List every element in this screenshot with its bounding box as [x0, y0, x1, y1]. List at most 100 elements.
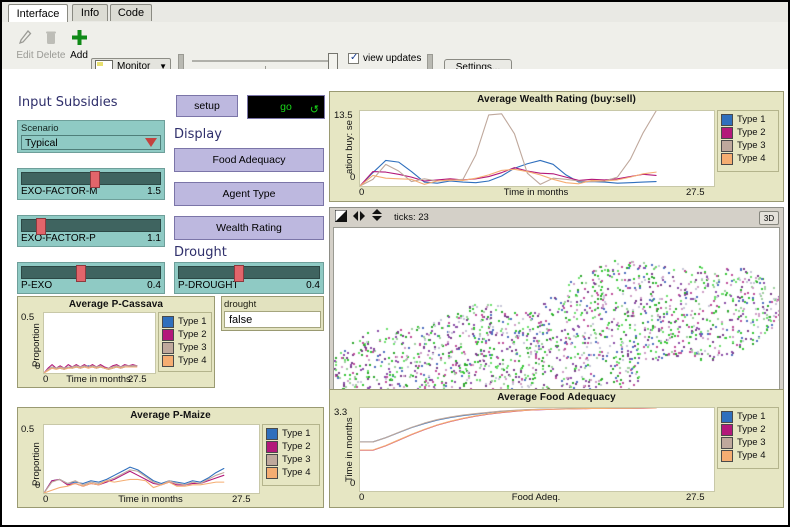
legend-swatch: [721, 450, 733, 462]
slider-exo-factor-m[interactable]: EXO-FACTOR-M 1.5: [17, 168, 165, 200]
scenario-chooser[interactable]: Scenario Typical: [17, 120, 165, 153]
drought-monitor-label: drought: [224, 299, 321, 310]
slider-value: 1.5: [147, 186, 161, 197]
x-axis-label: Time in months: [43, 494, 258, 505]
legend-swatch: [266, 454, 278, 466]
legend-label: Type 4: [737, 152, 766, 165]
netlogo-window: Interface Info Code Edit Delete Add: [0, 0, 790, 527]
legend-label: Type 2: [282, 440, 311, 453]
add-label: Add: [70, 50, 88, 61]
chart-legend[interactable]: Type 1 Type 2 Type 3 Type 4: [262, 424, 320, 486]
legend-swatch: [162, 355, 174, 367]
go-button[interactable]: go ↺: [247, 95, 325, 119]
triangle-down-icon: [145, 138, 157, 147]
slider-track[interactable]: [21, 172, 161, 185]
chart-legend[interactable]: Type 1 Type 2 Type 3 Type 4: [158, 312, 212, 372]
slider-value: 0.4: [147, 280, 161, 291]
legend-item: Type 2: [721, 126, 775, 139]
legend-swatch: [162, 329, 174, 341]
trash-icon: [45, 27, 57, 48]
chart-legend[interactable]: Type 1 Type 2 Type 3 Type 4: [717, 407, 779, 469]
view-updates-checkbox[interactable]: view updates: [348, 53, 421, 64]
wealth-rating-button[interactable]: Wealth Rating: [174, 216, 324, 240]
y-axis-label: Proportion: [31, 323, 42, 367]
slider-knob[interactable]: [36, 218, 46, 235]
slider-track[interactable]: [21, 266, 161, 279]
legend-swatch: [721, 114, 733, 126]
chart-average-p-maize: Average P-Maize 0.5 0 Proportion 0 Time …: [17, 407, 324, 508]
legend-swatch: [721, 127, 733, 139]
slider-knob[interactable]: [90, 171, 100, 188]
legend-item: Type 3: [266, 453, 316, 466]
input-subsidies-title: Input Subsidies: [18, 95, 118, 110]
legend-item: Type 1: [266, 427, 316, 440]
setup-button[interactable]: setup: [176, 95, 238, 117]
legend-item: Type 4: [162, 354, 208, 367]
slider-knob[interactable]: [234, 265, 244, 282]
chart-average-p-cassava: Average P-Cassava 0.5 0 Proportion 0 Tim…: [17, 296, 215, 388]
scenario-value-box[interactable]: Typical: [21, 135, 161, 150]
world-view-header: ticks: 23 3D: [331, 209, 782, 226]
legend-label: Type 2: [737, 126, 766, 139]
slider-track[interactable]: [178, 266, 320, 279]
tab-info-label: Info: [81, 7, 99, 19]
drought-monitor: drought false: [221, 296, 324, 331]
tab-code[interactable]: Code: [110, 4, 152, 21]
slider-track[interactable]: [21, 219, 161, 232]
legend-item: Type 4: [721, 449, 775, 462]
tab-interface-label: Interface: [17, 8, 60, 20]
slider-value: 1.1: [147, 233, 161, 244]
legend-label: Type 4: [178, 354, 207, 367]
slider-p-drought[interactable]: P-DROUGHT 0.4: [174, 262, 324, 294]
plot-area: [43, 312, 156, 374]
checkbox-icon: [348, 53, 359, 64]
legend-label: Type 1: [737, 113, 766, 126]
slider-name: EXO-FACTOR-M: [21, 186, 97, 197]
legend-swatch: [162, 316, 174, 328]
tab-info[interactable]: Info: [72, 4, 108, 21]
chart-title: Average P-Cassava: [18, 297, 214, 310]
scenario-value: Typical: [25, 137, 58, 149]
world-horizontal-wrap-icon[interactable]: [352, 209, 366, 227]
y-axis-max: 0.5: [21, 424, 34, 435]
legend-item: Type 3: [721, 436, 775, 449]
legend-item: Type 1: [721, 410, 775, 423]
x-axis-max: 27.5: [128, 374, 147, 385]
toolbar: Edit Delete Add Monitor ▼ faster view up: [2, 22, 788, 71]
tab-interface[interactable]: Interface: [8, 4, 68, 23]
slider-exo-factor-p[interactable]: EXO-FACTOR-P 1.1: [17, 215, 165, 247]
drought-monitor-value: false: [224, 311, 321, 328]
legend-item: Type 1: [162, 315, 208, 328]
plot-area: [359, 110, 715, 187]
slider-knob[interactable]: [76, 265, 86, 282]
y-axis-label: ation buy: se: [344, 120, 355, 174]
three-d-button[interactable]: 3D: [759, 211, 779, 225]
legend-label: Type 1: [178, 315, 207, 328]
legend-label: Type 3: [737, 139, 766, 152]
legend-label: Type 1: [282, 427, 311, 440]
chart-title: Average Food Adequacy: [330, 390, 783, 403]
world-vertical-wrap-icon[interactable]: [371, 208, 383, 227]
world-resize-icon[interactable]: [335, 209, 347, 227]
y-axis-label: Proportion: [31, 442, 42, 486]
x-axis-max: 27.5: [232, 494, 251, 505]
chart-legend[interactable]: Type 1 Type 2 Type 3 Type 4: [717, 110, 779, 172]
legend-label: Type 4: [282, 466, 311, 479]
agent-type-label: Agent Type: [223, 188, 276, 200]
slider-p-exo[interactable]: P-EXO 0.4: [17, 262, 165, 294]
food-adequacy-button[interactable]: Food Adequacy: [174, 148, 324, 172]
speed-slider-track[interactable]: [192, 60, 336, 62]
agent-type-button[interactable]: Agent Type: [174, 182, 324, 206]
legend-swatch: [162, 342, 174, 354]
chart-average-wealth-rating: Average Wealth Rating (buy:sell) 13.5 0 …: [329, 91, 784, 202]
legend-swatch: [721, 411, 733, 423]
slider-name: P-DROUGHT: [178, 280, 239, 291]
food-adequacy-label: Food Adequacy: [213, 154, 286, 166]
display-title: Display: [174, 127, 222, 142]
legend-item: Type 1: [721, 113, 775, 126]
chart-average-food-adequacy: Average Food Adequacy 3.3 0 Time in mont…: [329, 389, 784, 508]
plus-icon: [71, 27, 88, 48]
legend-item: Type 2: [162, 328, 208, 341]
legend-swatch: [721, 140, 733, 152]
legend-item: Type 4: [721, 152, 775, 165]
